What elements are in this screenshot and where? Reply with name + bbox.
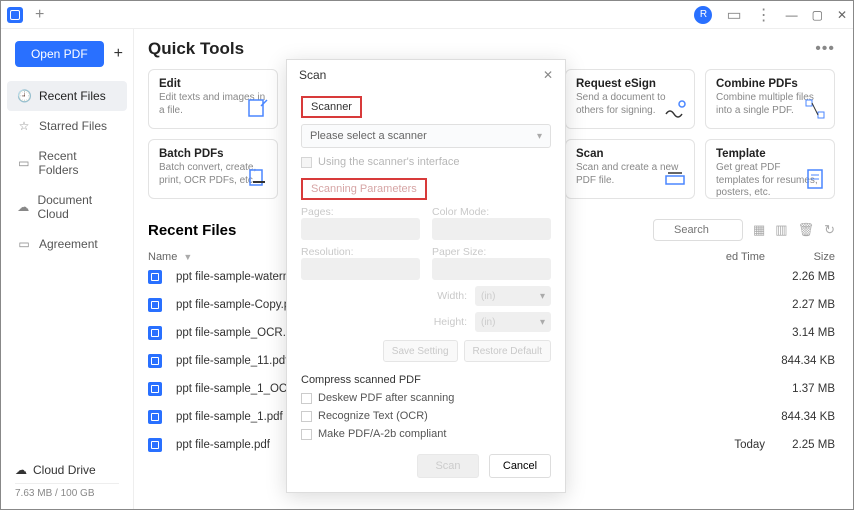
- deskew-checkbox[interactable]: [301, 393, 312, 404]
- pages-label: Pages:: [301, 206, 420, 218]
- user-avatar[interactable]: R: [694, 6, 712, 24]
- sidebar-item-recent-folders[interactable]: ▭ Recent Folders: [7, 141, 127, 185]
- height-input[interactable]: (in)▾: [475, 312, 551, 332]
- more-icon[interactable]: •••: [815, 40, 835, 58]
- kebab-menu-icon[interactable]: ⋮: [756, 5, 772, 25]
- recent-files-title: Recent Files: [148, 222, 236, 239]
- resolution-label: Resolution:: [301, 246, 420, 258]
- cancel-button[interactable]: Cancel: [489, 454, 551, 478]
- combine-icon: [804, 98, 826, 120]
- pages-input[interactable]: [301, 218, 420, 240]
- sidebar-item-document-cloud[interactable]: ☁ Document Cloud: [7, 185, 127, 229]
- storage-text: 7.63 MB / 100 GB: [15, 483, 119, 499]
- batch-icon: [247, 168, 269, 190]
- pdfa-label: Make PDF/A-2b compliant: [318, 428, 446, 440]
- close-button[interactable]: ✕: [837, 8, 847, 22]
- resolution-input[interactable]: [301, 258, 420, 280]
- sidebar: Open PDF + 🕘Recent Files ☆Starred Files …: [1, 29, 134, 509]
- sidebar-item-label: Document Cloud: [37, 193, 117, 221]
- ocr-label: Recognize Text (OCR): [318, 410, 428, 422]
- clock-icon: 🕘: [17, 89, 31, 103]
- pdf-icon: [148, 354, 162, 368]
- pdf-icon: [148, 438, 162, 452]
- view-list-icon[interactable]: ▦: [753, 222, 765, 238]
- dialog-title: Scan: [299, 68, 326, 82]
- card-edit[interactable]: Edit Edit texts and images in a file.: [148, 69, 278, 129]
- card-scan[interactable]: Scan Scan and create a new PDF file.: [565, 139, 695, 199]
- scanner-select[interactable]: Please select a scanner ▾: [301, 124, 551, 148]
- card-batch[interactable]: Batch PDFs Batch convert, create, print,…: [148, 139, 278, 199]
- chevron-down-icon: ▾: [540, 291, 545, 302]
- chevron-down-icon: ▾: [540, 317, 545, 328]
- restore-default-button[interactable]: Restore Default: [464, 340, 551, 362]
- sidebar-item-recent-files[interactable]: 🕘 Recent Files: [7, 81, 127, 111]
- delete-icon[interactable]: 🗑: [798, 222, 815, 238]
- paper-label: Paper Size:: [432, 246, 551, 258]
- pdf-icon: [148, 410, 162, 424]
- template-icon: [804, 168, 826, 190]
- search-input[interactable]: [653, 219, 743, 241]
- sidebar-item-label: Starred Files: [39, 119, 107, 133]
- cloud-icon: ☁: [17, 200, 29, 214]
- color-input[interactable]: [432, 218, 551, 240]
- chevron-down-icon: ▾: [537, 131, 542, 142]
- use-interface-checkbox[interactable]: [301, 157, 312, 168]
- card-esign[interactable]: Request eSign Send a document to others …: [565, 69, 695, 129]
- height-label: Height:: [301, 316, 467, 328]
- maximize-button[interactable]: ▢: [812, 8, 823, 22]
- sidebar-item-label: Recent Folders: [39, 149, 118, 177]
- cloud-drive-button[interactable]: ☁Cloud Drive: [15, 457, 119, 483]
- deskew-label: Deskew PDF after scanning: [318, 392, 454, 404]
- ocr-checkbox[interactable]: [301, 411, 312, 422]
- width-input[interactable]: (in)▾: [475, 286, 551, 306]
- scan-dialog: Scan ✕ Scanner Please select a scanner ▾…: [286, 59, 566, 493]
- use-interface-label: Using the scanner's interface: [318, 156, 460, 168]
- pdf-icon: [148, 382, 162, 396]
- titlebar: + R ▭ ⋮ — ▢ ✕: [1, 1, 853, 29]
- dialog-close-button[interactable]: ✕: [543, 68, 553, 82]
- pdfa-checkbox[interactable]: [301, 429, 312, 440]
- col-time-header[interactable]: ed Time: [645, 251, 765, 263]
- sidebar-item-agreement[interactable]: ▭ Agreement: [7, 229, 127, 259]
- card-combine[interactable]: Combine PDFs Combine multiple files into…: [705, 69, 835, 129]
- pdf-icon: [148, 270, 162, 284]
- cloud-icon: ☁: [15, 463, 27, 477]
- app-logo[interactable]: [7, 7, 23, 23]
- width-label: Width:: [301, 290, 467, 302]
- card-template[interactable]: Template Get great PDF templates for res…: [705, 139, 835, 199]
- params-section-label: Scanning Parameters: [301, 178, 427, 200]
- edit-icon: [247, 98, 269, 120]
- sidebar-item-label: Agreement: [39, 237, 98, 251]
- star-icon: ☆: [17, 119, 31, 133]
- open-pdf-button[interactable]: Open PDF: [15, 41, 104, 67]
- agreement-icon: ▭: [17, 237, 31, 251]
- refresh-icon[interactable]: ↻: [824, 222, 835, 238]
- scanner-section-label: Scanner: [301, 96, 362, 118]
- pdf-icon: [148, 298, 162, 312]
- save-setting-button[interactable]: Save Setting: [383, 340, 458, 362]
- feedback-icon[interactable]: ▭: [726, 5, 741, 25]
- paper-input[interactable]: [432, 258, 551, 280]
- col-name-header[interactable]: Name: [148, 251, 177, 263]
- sort-icon[interactable]: ▼: [183, 252, 192, 262]
- folder-icon: ▭: [17, 156, 31, 170]
- sidebar-item-starred-files[interactable]: ☆ Starred Files: [7, 111, 127, 141]
- scan-button[interactable]: Scan: [417, 454, 479, 478]
- scan-icon: [664, 168, 686, 190]
- new-tab-button[interactable]: +: [35, 6, 44, 24]
- pdf-icon: [148, 326, 162, 340]
- quick-tools-title: Quick Tools: [148, 39, 244, 59]
- minimize-button[interactable]: —: [786, 8, 798, 22]
- compress-title: Compress scanned PDF: [301, 374, 551, 386]
- col-size-header[interactable]: Size: [765, 251, 835, 263]
- sidebar-item-label: Recent Files: [39, 89, 106, 103]
- color-label: Color Mode:: [432, 206, 551, 218]
- plus-button[interactable]: +: [114, 45, 123, 63]
- view-grid-icon[interactable]: ▥: [775, 222, 787, 238]
- esign-icon: [664, 98, 686, 120]
